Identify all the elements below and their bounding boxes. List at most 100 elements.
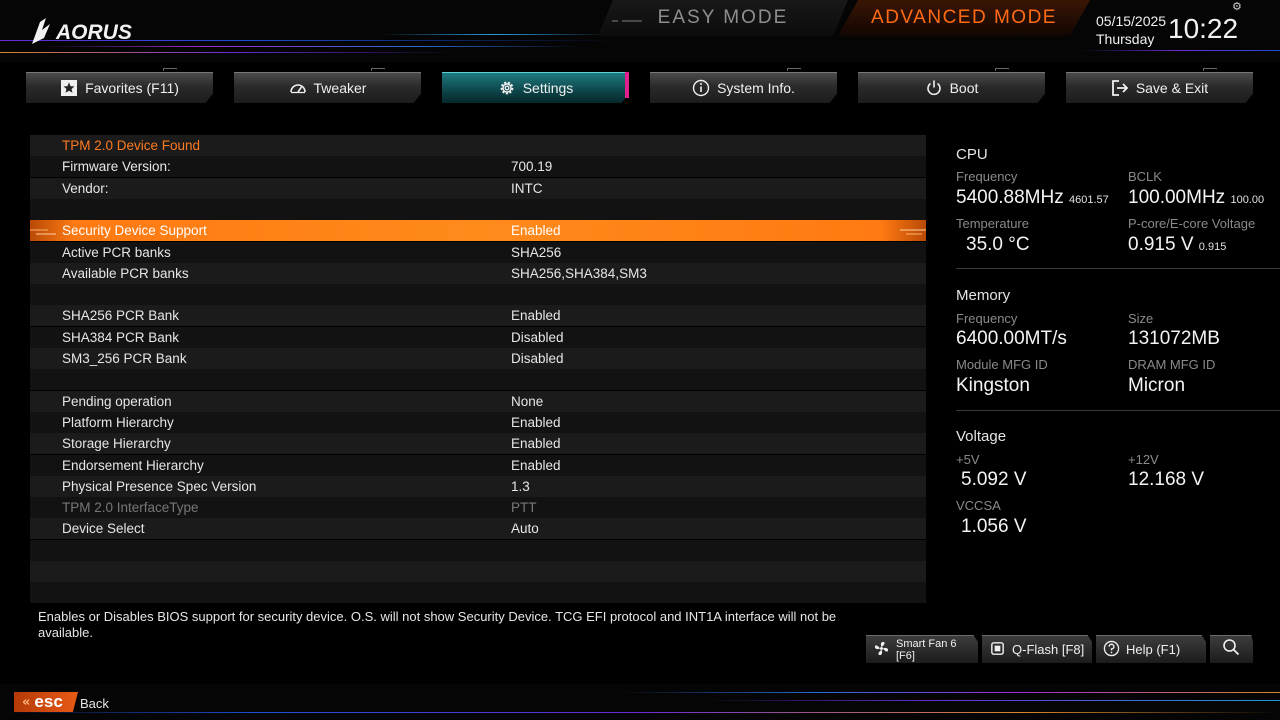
plus12v-value: 12.168 V	[1128, 469, 1205, 490]
info-icon	[692, 79, 710, 97]
setting-row[interactable]: SM3_256 PCR Bank Disabled	[30, 348, 926, 369]
setting-row[interactable]: Storage Hierarchy Enabled	[30, 433, 926, 454]
esc-label: esc	[34, 692, 63, 711]
tab-label: Favorites (F11)	[85, 80, 179, 96]
setting-value: Disabled	[511, 330, 564, 345]
exit-icon	[1111, 79, 1129, 97]
setting-label: Storage Hierarchy	[62, 436, 171, 451]
setting-row[interactable]: Pending operation None	[30, 391, 926, 412]
day-display: Thursday	[1096, 31, 1155, 47]
power-icon	[925, 79, 943, 97]
tab-notch	[787, 68, 801, 71]
tab-save-exit[interactable]: Save & Exit	[1066, 72, 1253, 103]
setting-row[interactable]: SHA256 PCR Bank Enabled	[30, 305, 926, 326]
gear-icon	[498, 79, 516, 97]
setting-label: Vendor:	[62, 181, 109, 196]
tab-label: System Info.	[717, 80, 795, 96]
speedometer-icon	[289, 79, 307, 97]
tab-settings[interactable]: Settings	[442, 72, 629, 103]
tab-notch	[163, 68, 177, 71]
setting-row[interactable]: Physical Presence Spec Version 1.3	[30, 476, 926, 497]
setting-row[interactable]: Device Select Auto	[30, 518, 926, 539]
setting-row: Vendor: INTC	[30, 178, 926, 199]
header-streak	[380, 34, 610, 35]
smart-fan-label: Smart Fan 6 [F6]	[896, 637, 957, 662]
bottom-footer	[0, 684, 1280, 720]
settings-gear-icon[interactable]: ⚙	[1232, 0, 1242, 13]
blank-row	[30, 540, 926, 561]
setting-value: Enabled	[511, 308, 561, 323]
setting-row[interactable]: Active PCR banks SHA256	[30, 242, 926, 263]
setting-label: SHA256 PCR Bank	[62, 308, 180, 323]
vccsa-label: VCCSA	[956, 498, 1001, 513]
smart-fan-button[interactable]: Smart Fan 6 [F6]	[866, 635, 978, 663]
setting-value: Enabled	[511, 223, 561, 238]
setting-row: TPM 2.0 InterfaceType PTT	[30, 497, 926, 518]
setting-row[interactable]: SHA384 PCR Bank Disabled	[30, 327, 926, 348]
tab-notch	[371, 68, 385, 71]
setting-value: Enabled	[511, 415, 561, 430]
dram-mfg-label: DRAM MFG ID	[1128, 357, 1216, 372]
search-icon	[1222, 638, 1240, 661]
search-button[interactable]	[1210, 635, 1253, 663]
header-streak	[1080, 50, 1280, 51]
setting-row[interactable]: Platform Hierarchy Enabled	[30, 412, 926, 433]
back-label: Back	[80, 696, 109, 711]
module-mfg-value: Kingston	[956, 375, 1030, 396]
selection-streak-left-icon	[30, 226, 60, 241]
footer-streak	[620, 692, 1280, 693]
plus5v-label: +5V	[956, 452, 980, 467]
dash-decoration-icon	[612, 12, 646, 31]
aorus-logo: AORUS	[30, 14, 146, 46]
setting-value: Enabled	[511, 436, 561, 451]
blank-row	[30, 199, 926, 220]
setting-value: Enabled	[511, 458, 561, 473]
help-icon	[1103, 640, 1120, 660]
setting-row: Firmware Version: 700.19	[30, 156, 926, 177]
double-chevron-left-icon: «	[22, 694, 31, 710]
fan-icon	[873, 640, 890, 660]
cpu-section-title: CPU	[956, 146, 988, 163]
bclk-value: 100.00MHz 100.00	[1128, 187, 1265, 208]
tab-tweaker[interactable]: Tweaker	[234, 72, 421, 103]
advanced-mode-button[interactable]: ADVANCED MODE	[838, 0, 1090, 36]
blank-row	[30, 284, 926, 305]
help-button[interactable]: Help (F1)	[1096, 635, 1206, 663]
setting-row-selected[interactable]: Security Device Support Enabled	[30, 220, 926, 241]
blank-row	[30, 369, 926, 390]
footer-streak	[700, 700, 1280, 701]
tab-boot[interactable]: Boot	[858, 72, 1045, 103]
setting-label: Endorsement Hierarchy	[62, 458, 204, 473]
setting-value: 1.3	[511, 479, 530, 494]
bclk-sub: 100.00	[1230, 194, 1265, 206]
bclk-label: BCLK	[1128, 169, 1162, 184]
dram-mfg-value: Micron	[1128, 375, 1186, 396]
help-label: Help (F1)	[1126, 642, 1181, 657]
setting-label: Platform Hierarchy	[62, 415, 174, 430]
tab-system-info[interactable]: System Info.	[650, 72, 837, 103]
cpu-frequency-label: Frequency	[956, 169, 1018, 184]
module-mfg-label: Module MFG ID	[956, 357, 1048, 372]
logo-text: AORUS	[55, 21, 132, 44]
esc-button[interactable]: « esc	[14, 692, 78, 712]
tab-favorites[interactable]: Favorites (F11)	[26, 72, 213, 103]
qflash-button[interactable]: Q-Flash [F8]	[982, 635, 1092, 663]
setting-value: Disabled	[511, 351, 564, 366]
setting-label: TPM 2.0 InterfaceType	[62, 500, 199, 515]
voltage-section-title: Voltage	[956, 428, 1007, 445]
selection-streak-right-icon	[896, 226, 926, 241]
cpu-temperature-label: Temperature	[956, 216, 1029, 231]
star-icon	[60, 79, 78, 97]
easy-mode-label: EASY MODE	[657, 7, 789, 28]
blank-row	[30, 582, 926, 603]
setting-row[interactable]: Available PCR banks SHA256,SHA384,SM3	[30, 263, 926, 284]
core-voltage-value: 0.915 V 0.915	[1128, 234, 1227, 255]
tab-label: Boot	[949, 80, 979, 96]
date-display: 05/15/2025	[1096, 13, 1167, 29]
setting-row[interactable]: Endorsement Hierarchy Enabled	[30, 455, 926, 476]
setting-label: Active PCR banks	[62, 245, 171, 260]
setting-value: None	[511, 394, 544, 409]
memory-frequency-label: Frequency	[956, 311, 1018, 326]
core-voltage-sub: 0.915	[1198, 241, 1227, 253]
setting-label: SM3_256 PCR Bank	[62, 351, 187, 366]
